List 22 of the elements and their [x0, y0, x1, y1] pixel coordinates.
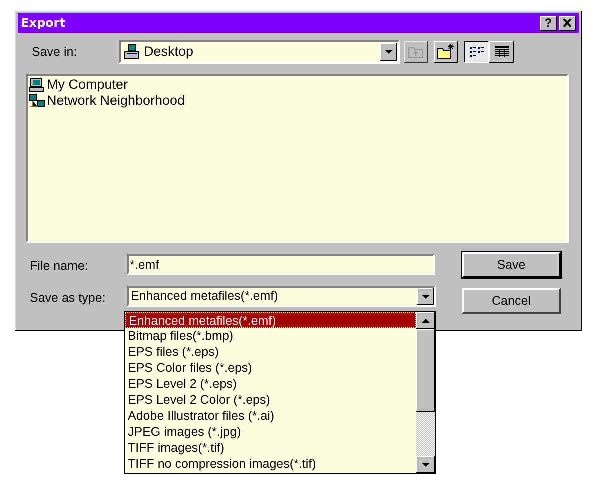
- type-option[interactable]: Bitmap files(*.bmp): [125, 328, 416, 344]
- file-name-label: File name:: [30, 258, 90, 275]
- save-button[interactable]: Save: [462, 252, 561, 278]
- type-option[interactable]: Enhanced metafiles(*.emf): [125, 312, 416, 328]
- save-in-dropdown[interactable]: Desktop: [119, 40, 400, 64]
- type-option[interactable]: EPS Color files (*.eps): [125, 360, 416, 376]
- dropdown-value: Enhanced metafiles(*.emf): [131, 288, 280, 306]
- save-as-type-dropdown[interactable]: Enhanced metafiles(*.emf): [127, 286, 436, 307]
- save-as-type-label: Save as type:: [30, 290, 107, 307]
- type-option[interactable]: JPEG images (*.jpg): [125, 424, 416, 440]
- window-title: Export: [21, 15, 66, 32]
- type-option[interactable]: Adobe Illustrator files (*.ai): [125, 408, 416, 424]
- help-button[interactable]: ?: [540, 16, 557, 30]
- type-option[interactable]: TIFF no compression images(*.tif): [125, 456, 416, 472]
- dropdown-value: Desktop: [144, 42, 195, 61]
- type-option[interactable]: EPS Level 2 (*.eps): [125, 376, 416, 392]
- type-option[interactable]: TIFF images(*.tif): [125, 440, 416, 456]
- file-name-field[interactable]: *.emf: [127, 254, 435, 275]
- save-in-label: Save in:: [32, 44, 78, 61]
- cancel-button[interactable]: Cancel: [462, 288, 561, 314]
- type-option[interactable]: EPS Level 2 Color (*.eps): [125, 392, 416, 408]
- type-option[interactable]: EPS files (*.eps): [125, 344, 416, 360]
